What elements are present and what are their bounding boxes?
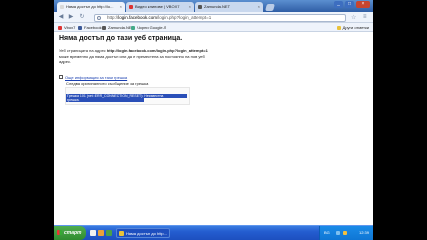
desktop-screenshot: Няма достъп до http://lo... × Видео клип… [54,0,373,240]
tab-zamunda[interactable]: Zamunda.NET × [195,2,263,12]
error-text: Уеб страницата на адрес [59,48,107,53]
close-window-button[interactable]: × [356,1,370,8]
other-bookmarks-label: Други отметки [342,25,369,30]
expand-icon[interactable] [59,75,63,80]
chrome-icon[interactable] [106,230,112,236]
page-info-icon[interactable] [97,16,101,20]
tab-vbox7[interactable]: Видео клипове | VBOX7 × [126,2,194,12]
more-info-link[interactable]: Още информация за тази грешка [65,75,127,80]
bookmark-label: Vbox7 [64,25,76,30]
tab-title: Zamunda.NET [204,4,231,9]
facebook-icon [78,26,82,30]
folder-icon [336,26,341,30]
start-label: старт [64,230,82,236]
task-title: Няма достъп до http... [126,231,167,236]
error-details-box: Грешка 101 (net::ERR_CONNECTION_RESET): … [65,87,190,105]
error-code-line-2: грешка. [66,98,144,102]
error-title: Няма достъп до тази уеб страница. [59,35,183,42]
url-prefix: http:// [107,15,119,20]
tab-error-page[interactable]: Няма достъп до http://lo... × [57,2,125,12]
minimize-button[interactable]: _ [334,1,343,8]
taskbar-window-button[interactable]: Няма достъп до http... [116,228,170,238]
media-player-icon[interactable] [98,230,104,236]
reload-button[interactable]: ↻ [78,14,86,21]
close-tab-icon[interactable]: × [258,2,260,12]
close-tab-icon[interactable]: × [189,2,191,12]
vbox7-icon [58,26,62,30]
tab-strip: Няма достъп до http://lo... × Видео клип… [54,0,373,12]
language-indicator[interactable]: BG [324,226,330,240]
wrench-menu-icon[interactable]: ≡ [363,14,367,20]
bookmark-facebook[interactable]: Facebook [78,23,102,32]
new-tab-button[interactable] [265,4,275,11]
video-frame: Няма достъп до http://lo... × Видео клип… [0,0,427,240]
close-tab-icon[interactable]: × [120,2,122,12]
bookmark-vbox7[interactable]: Vbox7 [58,23,75,32]
bookmark-star-icon[interactable]: ☆ [351,14,356,21]
tab-title: Видео клипове | VBOX7 [135,4,180,9]
maximize-button[interactable]: □ [345,1,354,8]
zamunda-icon [102,26,106,30]
system-tray: BG 12:39 [319,226,373,240]
browser-toolbar: ◀ ▶ ↻ http://login.facebook.com/login.ph… [54,12,373,23]
page-icon [60,5,64,9]
clock: 12:39 [358,230,369,235]
volume-icon[interactable] [343,231,347,235]
error-description: Уеб страницата на адрес http://login.fac… [59,48,214,65]
url-path: /login.php?login_attempt=1 [157,15,212,20]
back-button[interactable]: ◀ [57,14,65,21]
bookmarks-bar: Vbox7 Facebook Zamunda.NET Чорни Google.… [54,23,373,32]
network-icon[interactable] [336,231,340,235]
other-bookmarks[interactable]: Други отметки [336,23,369,32]
windows-logo-icon [57,230,62,235]
bookmark-label: Чорни Google.Л [137,25,167,30]
chrome-icon [119,231,124,236]
error-text: може временно да няма достъп или да е пр… [59,53,205,65]
error-url: http://login.facebook.com/login.php?logi… [106,48,208,53]
forward-button[interactable]: ▶ [67,14,75,21]
url-host: login.facebook.com [118,15,158,20]
tab-title: Няма достъп до http://lo... [66,4,114,9]
bookmark-label: Facebook [84,25,102,30]
google-icon [131,26,135,30]
zamunda-icon [198,5,202,9]
vbox7-icon [129,5,133,9]
address-bar[interactable]: http://login.facebook.com/login.php?logi… [94,14,346,22]
start-button[interactable]: старт [54,226,86,240]
show-desktop-icon[interactable] [90,230,96,236]
page-content: Няма достъп до тази уеб страница. Уеб ст… [54,32,373,225]
bookmark-zamunda[interactable]: Zamunda.NET [102,23,134,32]
windows-taskbar: старт Няма достъп до http... BG 12:39 [54,225,373,240]
bookmark-google[interactable]: Чорни Google.Л [131,23,166,32]
